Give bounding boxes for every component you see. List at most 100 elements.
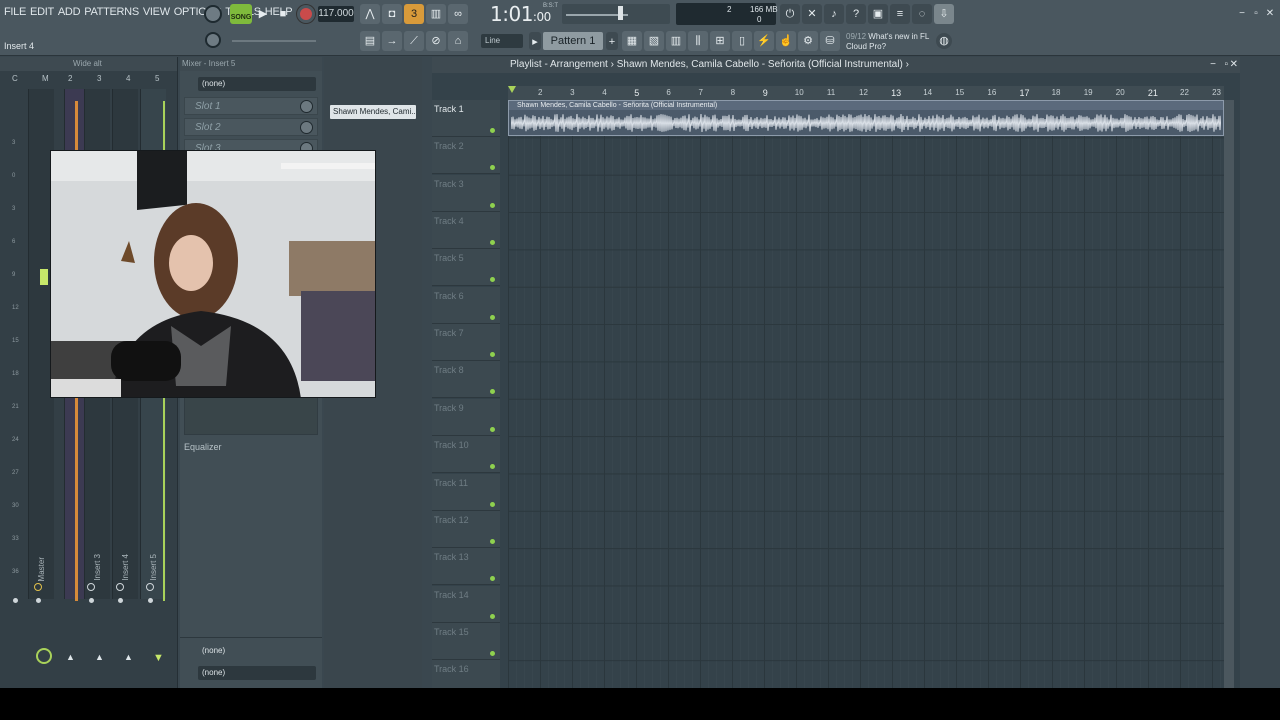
track-header[interactable]: Track 11 [432,473,500,511]
track-mute-dot[interactable] [490,240,495,246]
picker-audio-clip[interactable]: Shawn Mendes, Cami... [330,105,416,119]
track-header[interactable]: Track 1 [432,100,500,137]
insert-3-dot[interactable] [89,598,94,603]
track-header[interactable]: Track 2 [432,137,500,175]
chat-icon[interactable]: ◌ [912,4,932,24]
minimize-icon[interactable]: − [1237,9,1247,19]
playlist-close-icon[interactable]: ✕ [1230,57,1238,73]
audio-clip[interactable]: Shawn Mendes, Camila Cabello - Señorita … [508,100,1224,136]
mixer-icon[interactable]: ≡ [890,4,910,24]
restore-icon[interactable]: ▫ [1251,9,1261,19]
pitch-slider[interactable] [232,40,316,42]
stop-icon[interactable]: ■ [274,5,292,23]
piano-roll-icon[interactable]: ▧ [644,31,664,51]
channel-rack-icon[interactable]: ▥ [666,31,686,51]
output-select-1[interactable]: (none) [198,644,316,658]
input-select[interactable]: (none) [198,77,316,91]
menu-view[interactable]: VIEW [143,6,170,18]
plugin-manager-icon[interactable]: ⚙ [798,31,818,51]
effect-slot-1[interactable]: Slot 1 [184,97,318,115]
step-edit-icon[interactable]: ▥ [426,4,446,24]
pattern-selector[interactable]: Pattern 1 [543,32,603,50]
track-mute-dot[interactable] [490,538,495,544]
news-panel[interactable]: 09/12 What's new in FL Cloud Pro? [846,32,929,52]
download-icon[interactable]: ⇩ [934,4,954,24]
loop-record-icon[interactable]: ∞ [448,4,468,24]
send-arrow-active-icon[interactable]: ▼ [153,652,164,664]
output-select-2[interactable]: (none) [198,666,316,680]
microphone-icon[interactable]: ♪ [824,4,844,24]
current-dot[interactable] [13,598,18,603]
power-icon[interactable]: ⏻ [780,4,800,24]
main-pitch-knob[interactable] [205,32,221,48]
menu-edit[interactable]: EDIT [30,6,54,18]
metronome-icon[interactable]: ⋀ [360,4,380,24]
link-icon[interactable]: ⊘ [426,31,446,51]
track-mute-dot[interactable] [490,613,495,619]
track-mute-dot[interactable] [490,165,495,171]
wait-input-icon[interactable]: ◘ [382,4,402,24]
tempo-display[interactable]: 117.000 [318,6,354,22]
track-mute-dot[interactable] [490,314,495,320]
equalizer-graph[interactable] [184,397,318,435]
playhead-marker-icon[interactable] [508,86,516,93]
mixer-view-icon[interactable]: ⫼ [688,31,708,51]
playlist-minimize-icon[interactable]: − [1210,57,1216,73]
track-header[interactable]: Track 13 [432,548,500,586]
playlist-maximize-icon[interactable]: ▫ [1224,57,1228,73]
track-mute-dot[interactable] [490,128,495,133]
track-header[interactable]: Track 12 [432,510,500,548]
time-display[interactable]: 1:01:00 [490,2,551,26]
track-header[interactable]: Track 16 [432,660,500,688]
track-mute-dot[interactable] [490,464,495,470]
touch-icon[interactable]: ☝ [776,31,796,51]
slot-mix-knob[interactable] [300,100,313,113]
playlist-icon[interactable]: ▦ [622,31,642,51]
track-header[interactable]: Track 9 [432,398,500,436]
effect-slot-2[interactable]: Slot 2 [184,118,318,136]
menu-file[interactable]: FILE [4,6,26,18]
insert-3-route-icon[interactable] [87,583,95,591]
track-header[interactable]: Track 14 [432,585,500,623]
main-volume-knob[interactable] [204,5,222,23]
piano-icon[interactable]: ▤ [360,31,380,51]
arrow-right-icon[interactable]: → [382,31,402,51]
track-mute-dot[interactable] [490,352,495,358]
track-mute-dot[interactable] [490,277,495,283]
track-header[interactable]: Track 10 [432,436,500,474]
master-fader-handle[interactable] [40,269,48,285]
insert-5-route-icon[interactable] [146,583,154,591]
shop-icon[interactable]: ⛁ [820,31,840,51]
track-mute-dot[interactable] [490,426,495,432]
timeline-ruler[interactable]: 2 3 4 5 6 7 8 9 10 11 12 13 14 15 16 17 18 19 20 21 22 23 [508,86,1224,100]
track-header[interactable]: Track 6 [432,286,500,324]
track-mute-dot[interactable] [490,576,495,582]
track-mute-dot[interactable] [490,501,495,507]
master-send-icon[interactable] [36,648,52,664]
track-header[interactable]: Track 4 [432,212,500,250]
master-route-icon[interactable] [34,583,42,591]
send-arrow-icon[interactable]: ▲ [66,652,75,662]
insert-4-route-icon[interactable] [116,583,124,591]
song-mode-toggle[interactable]: SONG [230,4,252,24]
plugin-icon[interactable]: ⚡ [754,31,774,51]
mixer-preset[interactable]: Wide alt [73,59,102,68]
pattern-prev-icon[interactable]: ▸ [529,32,541,50]
track-header[interactable]: Track 7 [432,324,500,362]
track-header[interactable]: Track 3 [432,174,500,212]
track-mute-dot[interactable] [490,650,495,656]
playlist-scrollbar[interactable] [1224,100,1234,688]
play-icon[interactable]: ▶ [254,5,272,23]
tools-icon[interactable]: ✕ [802,4,822,24]
close-icon[interactable]: ✕ [1265,9,1275,19]
track-header[interactable]: Track 15 [432,622,500,660]
arrangement-grid[interactable] [508,100,1224,688]
stamp-icon[interactable]: ⌂ [448,31,468,51]
brush-icon[interactable]: ⟋ [404,31,424,51]
help-icon[interactable]: ? [846,4,866,24]
record-icon[interactable] [297,5,315,23]
insert-5-dot[interactable] [148,598,153,603]
master-dot[interactable] [36,598,41,603]
insert-4-dot[interactable] [118,598,123,603]
browser-icon[interactable]: ⊞ [710,31,730,51]
